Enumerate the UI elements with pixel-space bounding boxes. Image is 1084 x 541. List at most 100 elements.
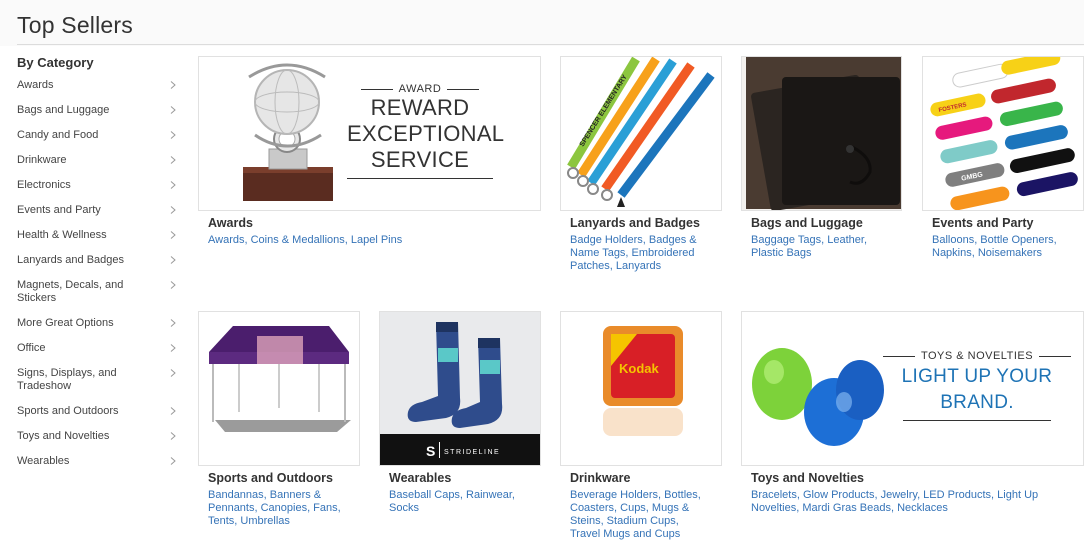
globe-clock-award-image [243,63,333,201]
category-title[interactable]: Events and Party [932,216,1033,230]
sidebar-item-label: Sports and Outdoors [17,405,119,417]
sidebar-item-drinkware[interactable]: Drinkware [17,154,181,167]
sidebar-item-wearables[interactable]: Wearables [17,455,181,468]
strideline-logo-mark: S [426,443,435,459]
lanyards-image[interactable]: SPENCER ELEMENTARY [560,56,722,211]
category-title[interactable]: Lanyards and Badges [570,216,700,230]
chevron-right-icon [169,319,177,327]
awards-banner-line2: EXCEPTIONAL [347,121,505,146]
sidebar-item-awards[interactable]: Awards [17,79,181,92]
chevron-right-icon [169,206,177,214]
sidebar-item-label: Wearables [17,455,70,467]
category-title[interactable]: Awards [208,216,253,230]
category-title[interactable]: Wearables [389,471,451,485]
chevron-right-icon [169,106,177,114]
wearables-image[interactable]: S STRIDELINE [379,311,541,466]
sidebar-item-health-and-wellness[interactable]: Health & Wellness [17,229,181,242]
sidebar-item-label: More Great Options [17,317,114,329]
page-title: Top Sellers [17,12,133,38]
sidebar-item-magnets-decals-stickers[interactable]: Magnets, Decals, and Stickers [17,279,181,305]
category-card-bags: Bags and Luggage Baggage Tags, Leather, … [741,56,904,286]
subcategory-link-list[interactable]: Badge Holders, Badges & Name Tags, Embro… [570,234,697,272]
sidebar-item-label: Drinkware [17,154,67,166]
awards-banner-label: AWARD [398,83,442,95]
chevron-right-icon [169,131,177,139]
sidebar-item-label: Electronics [17,179,71,191]
category-title[interactable]: Toys and Novelties [751,471,864,485]
subcategory-links[interactable]: Balloons, Bottle Openers, Napkins, Noise… [932,234,1072,260]
chevron-right-icon [169,281,177,289]
subcategory-links[interactable]: Awards, Coins & Medallions, Lapel Pins [208,234,528,247]
subcategory-link-list[interactable]: Balloons, Bottle Openers, Napkins, Noise… [932,234,1057,259]
chevron-right-icon [169,256,177,264]
sidebar-item-label: Candy and Food [17,129,99,141]
events-image[interactable]: GMBG FOSTERS [922,56,1084,211]
awards-banner-image[interactable]: AWARD REWARD EXCEPTIONAL SERVICE [198,56,541,211]
bottle-openers-illustration: GMBG FOSTERS [923,57,1083,210]
chevron-right-icon [169,457,177,465]
sidebar-item-label: Bags and Luggage [17,104,110,116]
sidebar-item-lanyards-and-badges[interactable]: Lanyards and Badges [17,254,181,267]
subcategory-link-list[interactable]: Beverage Holders, Bottles, Coasters, Cup… [570,489,701,540]
category-card-sports: Sports and Outdoors Bandannas, Banners &… [198,311,361,541]
chevron-right-icon [169,432,177,440]
sidebar-item-label: Awards [17,79,54,91]
sidebar-item-candy-and-food[interactable]: Candy and Food [17,129,181,142]
category-card-awards: AWARD REWARD EXCEPTIONAL SERVICE Awards … [198,56,541,286]
subcategory-links[interactable]: Bandannas, Banners & Pennants, Canopies,… [208,489,353,528]
sidebar-item-sports-and-outdoors[interactable]: Sports and Outdoors [17,405,181,418]
sidebar-item-office[interactable]: Office [17,342,181,355]
sidebar-item-signs-displays-tradeshow[interactable]: Signs, Displays, and Tradeshow [17,367,181,393]
sidebar-item-more-great-options[interactable]: More Great Options [17,317,181,330]
drinkware-image[interactable]: Kodak [560,311,722,466]
chevron-right-icon [169,407,177,415]
canopy-tent-illustration [199,312,359,465]
sidebar-item-toys-and-novelties[interactable]: Toys and Novelties [17,430,181,443]
subcategory-links[interactable]: Bracelets, Glow Products, Jewelry, LED P… [751,489,1051,515]
subcategory-links[interactable]: Badge Holders, Badges & Name Tags, Embro… [570,234,710,273]
lanyards-illustration: SPENCER ELEMENTARY [561,57,721,210]
chevron-right-icon [169,369,177,377]
awards-banner-copy: AWARD REWARD EXCEPTIONAL SERVICE [347,83,505,179]
sidebar-item-label: Events and Party [17,204,101,216]
subcategory-link-list[interactable]: Bandannas, Banners & Pennants, Canopies,… [208,489,341,527]
sidebar-item-label: Lanyards and Badges [17,254,125,266]
sidebar-heading: By Category [17,55,94,70]
bags-image[interactable] [741,56,902,211]
category-card-events: GMBG FOSTERS Events and Party Balloons, … [922,56,1084,286]
awards-banner-line3: SERVICE [370,147,470,172]
toys-banner-label: TOYS & NOVELTIES [920,350,1034,362]
sidebar-item-label: Toys and Novelties [17,430,110,442]
toys-banner-image[interactable]: TOYS & NOVELTIES LIGHT UP YOUR BRAND. [741,311,1084,466]
sidebar-item-label: Signs, Displays, and Tradeshow [17,367,117,392]
category-card-lanyards: SPENCER ELEMENTARY Lanyards and Badges B… [560,56,723,286]
subcategory-links[interactable]: Baseball Caps, Rainwear, Socks [389,489,529,515]
sidebar-item-electronics[interactable]: Electronics [17,179,181,192]
category-title[interactable]: Drinkware [570,471,630,485]
sidebar-item-label: Health & Wellness [17,229,107,241]
category-title[interactable]: Bags and Luggage [751,216,863,230]
socks-illustration: S STRIDELINE [380,312,540,465]
sports-image[interactable] [198,311,360,466]
light-up-eggs-illustration [742,312,892,465]
subcategory-links[interactable]: Beverage Holders, Bottles, Coasters, Cup… [570,489,710,541]
leather-journal-illustration [742,57,901,210]
toys-banner-line1: LIGHT UP YOUR [901,366,1053,387]
toys-banner-line2: BRAND. [940,392,1014,413]
chevron-right-icon [169,156,177,164]
subcategory-links[interactable]: Baggage Tags, Leather, Plastic Bags [751,234,891,260]
sidebar-item-bags-and-luggage[interactable]: Bags and Luggage [17,104,181,117]
subcategory-link-list[interactable]: Baggage Tags, Leather, Plastic Bags [751,234,867,259]
subcategory-link-list[interactable]: Baseball Caps, Rainwear, Socks [389,489,515,514]
subcategory-link-list[interactable]: Awards, Coins & Medallions, Lapel Pins [208,234,402,246]
sidebar-item-label: Magnets, Decals, and Stickers [17,279,124,304]
sidebar-item-events-and-party[interactable]: Events and Party [17,204,181,217]
chevron-right-icon [169,231,177,239]
category-card-drinkware: Kodak Drinkware Beverage Holders, Bottle… [560,311,723,541]
category-sidebar: By Category Awards Bags and Luggage Cand… [17,55,181,480]
toys-banner-copy: TOYS & NOVELTIES LIGHT UP YOUR BRAND. [882,350,1072,421]
sidebar-item-label: Office [17,342,46,354]
chevron-right-icon [169,81,177,89]
subcategory-link-list[interactable]: Bracelets, Glow Products, Jewelry, LED P… [751,489,1038,514]
category-title[interactable]: Sports and Outdoors [208,471,333,485]
